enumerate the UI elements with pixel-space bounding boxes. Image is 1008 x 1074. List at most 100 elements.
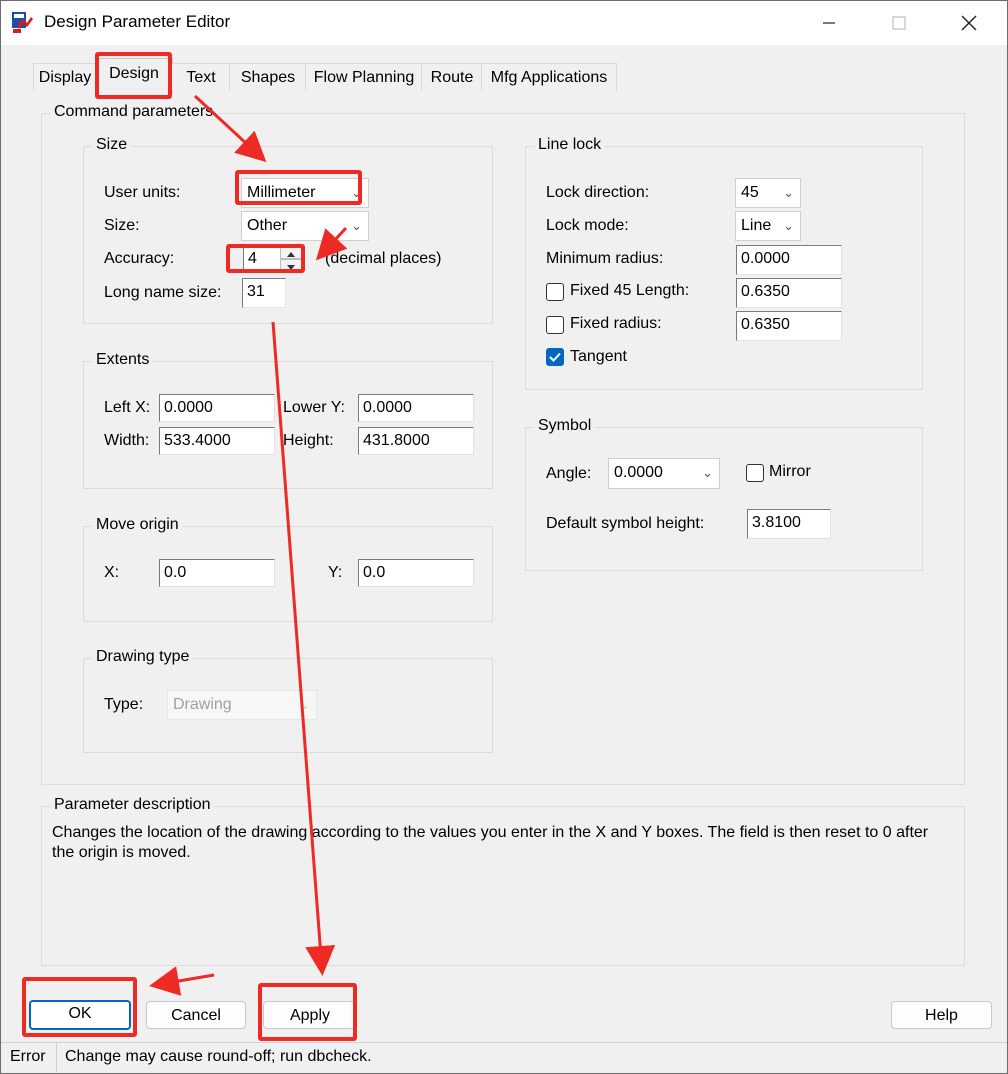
left-x-input[interactable]: 0.0000 xyxy=(159,394,275,422)
size-group-title: Size xyxy=(92,136,132,154)
chevron-down-icon: ⌄ xyxy=(351,218,362,233)
fixed-radius-label: Fixed radius: xyxy=(570,315,662,332)
ok-button[interactable]: OK xyxy=(29,1000,131,1030)
chevron-down-icon: ⌄ xyxy=(783,218,794,233)
tab-flow-planning[interactable]: Flow Planning xyxy=(305,63,423,91)
width-value: 533.4000 xyxy=(164,432,231,449)
lower-y-input[interactable]: 0.0000 xyxy=(358,394,474,422)
default-symbol-height-input[interactable]: 3.8100 xyxy=(747,509,831,539)
command-parameters-title: Command parameters xyxy=(50,103,218,121)
fixed-radius-checkbox[interactable] xyxy=(546,316,564,334)
drawing-type-group-title: Drawing type xyxy=(92,648,194,666)
origin-x-label: X: xyxy=(104,564,120,581)
chevron-down-icon: ⌄ xyxy=(351,185,362,200)
tab-text[interactable]: Text xyxy=(171,63,231,91)
lock-mode-value: Line xyxy=(741,217,772,234)
dialog-window: Design Parameter Editor Display Design T… xyxy=(0,0,1008,1074)
width-label: Width: xyxy=(104,432,150,449)
symbol-group-title: Symbol xyxy=(534,417,596,435)
extents-group: Extents xyxy=(83,351,493,489)
title-bar[interactable]: Design Parameter Editor xyxy=(1,1,1007,45)
type-select: Drawing ⌄ xyxy=(167,690,317,720)
help-button[interactable]: Help xyxy=(891,1001,992,1029)
tab-display[interactable]: Display xyxy=(33,63,97,91)
app-icon xyxy=(12,12,33,33)
left-x-label: Left X: xyxy=(104,399,151,416)
user-units-label: User units: xyxy=(104,184,181,201)
chevron-down-icon: ⌄ xyxy=(702,465,713,480)
height-input[interactable]: 431.8000 xyxy=(358,427,474,455)
height-value: 431.8000 xyxy=(363,432,430,449)
default-symbol-height-value: 3.8100 xyxy=(752,514,801,531)
cancel-button[interactable]: Cancel xyxy=(146,1001,246,1029)
parameter-description-text: Changes the location of the drawing acco… xyxy=(52,824,929,861)
type-label: Type: xyxy=(104,696,144,713)
angle-value: 0.0000 xyxy=(614,464,663,481)
fixed-45-length-checkbox[interactable] xyxy=(546,283,564,301)
origin-y-value: 0.0 xyxy=(363,564,386,581)
parameter-description-title: Parameter description xyxy=(50,796,215,814)
origin-x-value: 0.0 xyxy=(164,564,187,581)
tangent-checkbox[interactable] xyxy=(546,348,564,366)
size-label: Size: xyxy=(104,217,140,234)
lock-mode-select[interactable]: Line ⌄ xyxy=(735,211,801,241)
tab-mfg-applications[interactable]: Mfg Applications xyxy=(481,63,617,91)
origin-y-label: Y: xyxy=(328,564,343,581)
tab-route[interactable]: Route xyxy=(421,63,483,91)
chevron-down-icon: ⌄ xyxy=(299,697,310,712)
lower-y-label: Lower Y: xyxy=(283,399,345,416)
origin-y-input[interactable]: 0.0 xyxy=(358,559,474,587)
line-lock-group-title: Line lock xyxy=(534,136,606,154)
angle-label: Angle: xyxy=(546,465,592,482)
long-name-size-input[interactable]: 31 xyxy=(242,278,286,308)
tab-shapes[interactable]: Shapes xyxy=(229,63,307,91)
long-name-size-value: 31 xyxy=(247,283,265,300)
left-x-value: 0.0000 xyxy=(164,399,213,416)
accuracy-value: 4 xyxy=(248,250,257,267)
mirror-checkbox[interactable] xyxy=(746,464,764,482)
close-icon[interactable] xyxy=(949,9,989,37)
default-symbol-height-label: Default symbol height: xyxy=(546,515,705,532)
minimum-radius-input[interactable]: 0.0000 xyxy=(736,245,842,275)
user-units-select[interactable]: Millimeter ⌄ xyxy=(241,178,369,208)
status-severity: Error xyxy=(10,1048,46,1065)
chevron-down-icon: ⌄ xyxy=(783,185,794,200)
minimum-radius-label: Minimum radius: xyxy=(546,250,664,267)
angle-select[interactable]: 0.0000 ⌄ xyxy=(608,458,720,489)
minimize-icon[interactable] xyxy=(809,9,849,37)
apply-button[interactable]: Apply xyxy=(263,1001,357,1029)
move-origin-group-title: Move origin xyxy=(92,516,183,534)
fixed-45-length-label: Fixed 45 Length: xyxy=(570,282,690,299)
tangent-label: Tangent xyxy=(570,348,627,365)
lock-mode-label: Lock mode: xyxy=(546,217,629,234)
fixed-45-length-input[interactable]: 0.6350 xyxy=(736,278,842,308)
width-input[interactable]: 533.4000 xyxy=(159,427,275,455)
lower-y-value: 0.0000 xyxy=(363,399,412,416)
lock-direction-value: 45 xyxy=(741,184,759,201)
symbol-group: Symbol xyxy=(525,417,923,571)
long-name-size-label: Long name size: xyxy=(104,284,222,301)
size-select[interactable]: Other ⌄ xyxy=(241,211,369,241)
tab-design[interactable]: Design xyxy=(95,58,173,93)
minimum-radius-value: 0.0000 xyxy=(741,250,790,267)
spin-up-icon[interactable] xyxy=(280,246,302,259)
lock-direction-select[interactable]: 45 ⌄ xyxy=(735,178,801,208)
maximize-icon xyxy=(879,9,919,37)
fixed-radius-input[interactable]: 0.6350 xyxy=(736,311,842,341)
window-title: Design Parameter Editor xyxy=(44,12,231,31)
status-message: Change may cause round-off; run dbcheck. xyxy=(65,1048,372,1065)
type-value: Drawing xyxy=(173,696,232,713)
fixed-radius-value: 0.6350 xyxy=(741,316,790,333)
origin-x-input[interactable]: 0.0 xyxy=(159,559,275,587)
extents-group-title: Extents xyxy=(92,351,154,369)
status-divider xyxy=(56,1043,57,1072)
height-label: Height: xyxy=(283,432,334,449)
accuracy-suffix: (decimal places) xyxy=(325,250,442,267)
accuracy-label: Accuracy: xyxy=(104,250,175,267)
lock-direction-label: Lock direction: xyxy=(546,184,650,201)
fixed-45-length-value: 0.6350 xyxy=(741,283,790,300)
status-bar: Error Change may cause round-off; run db… xyxy=(1,1042,1007,1073)
user-units-value: Millimeter xyxy=(247,184,316,201)
spin-down-icon[interactable] xyxy=(280,259,302,272)
check-icon xyxy=(549,352,561,362)
